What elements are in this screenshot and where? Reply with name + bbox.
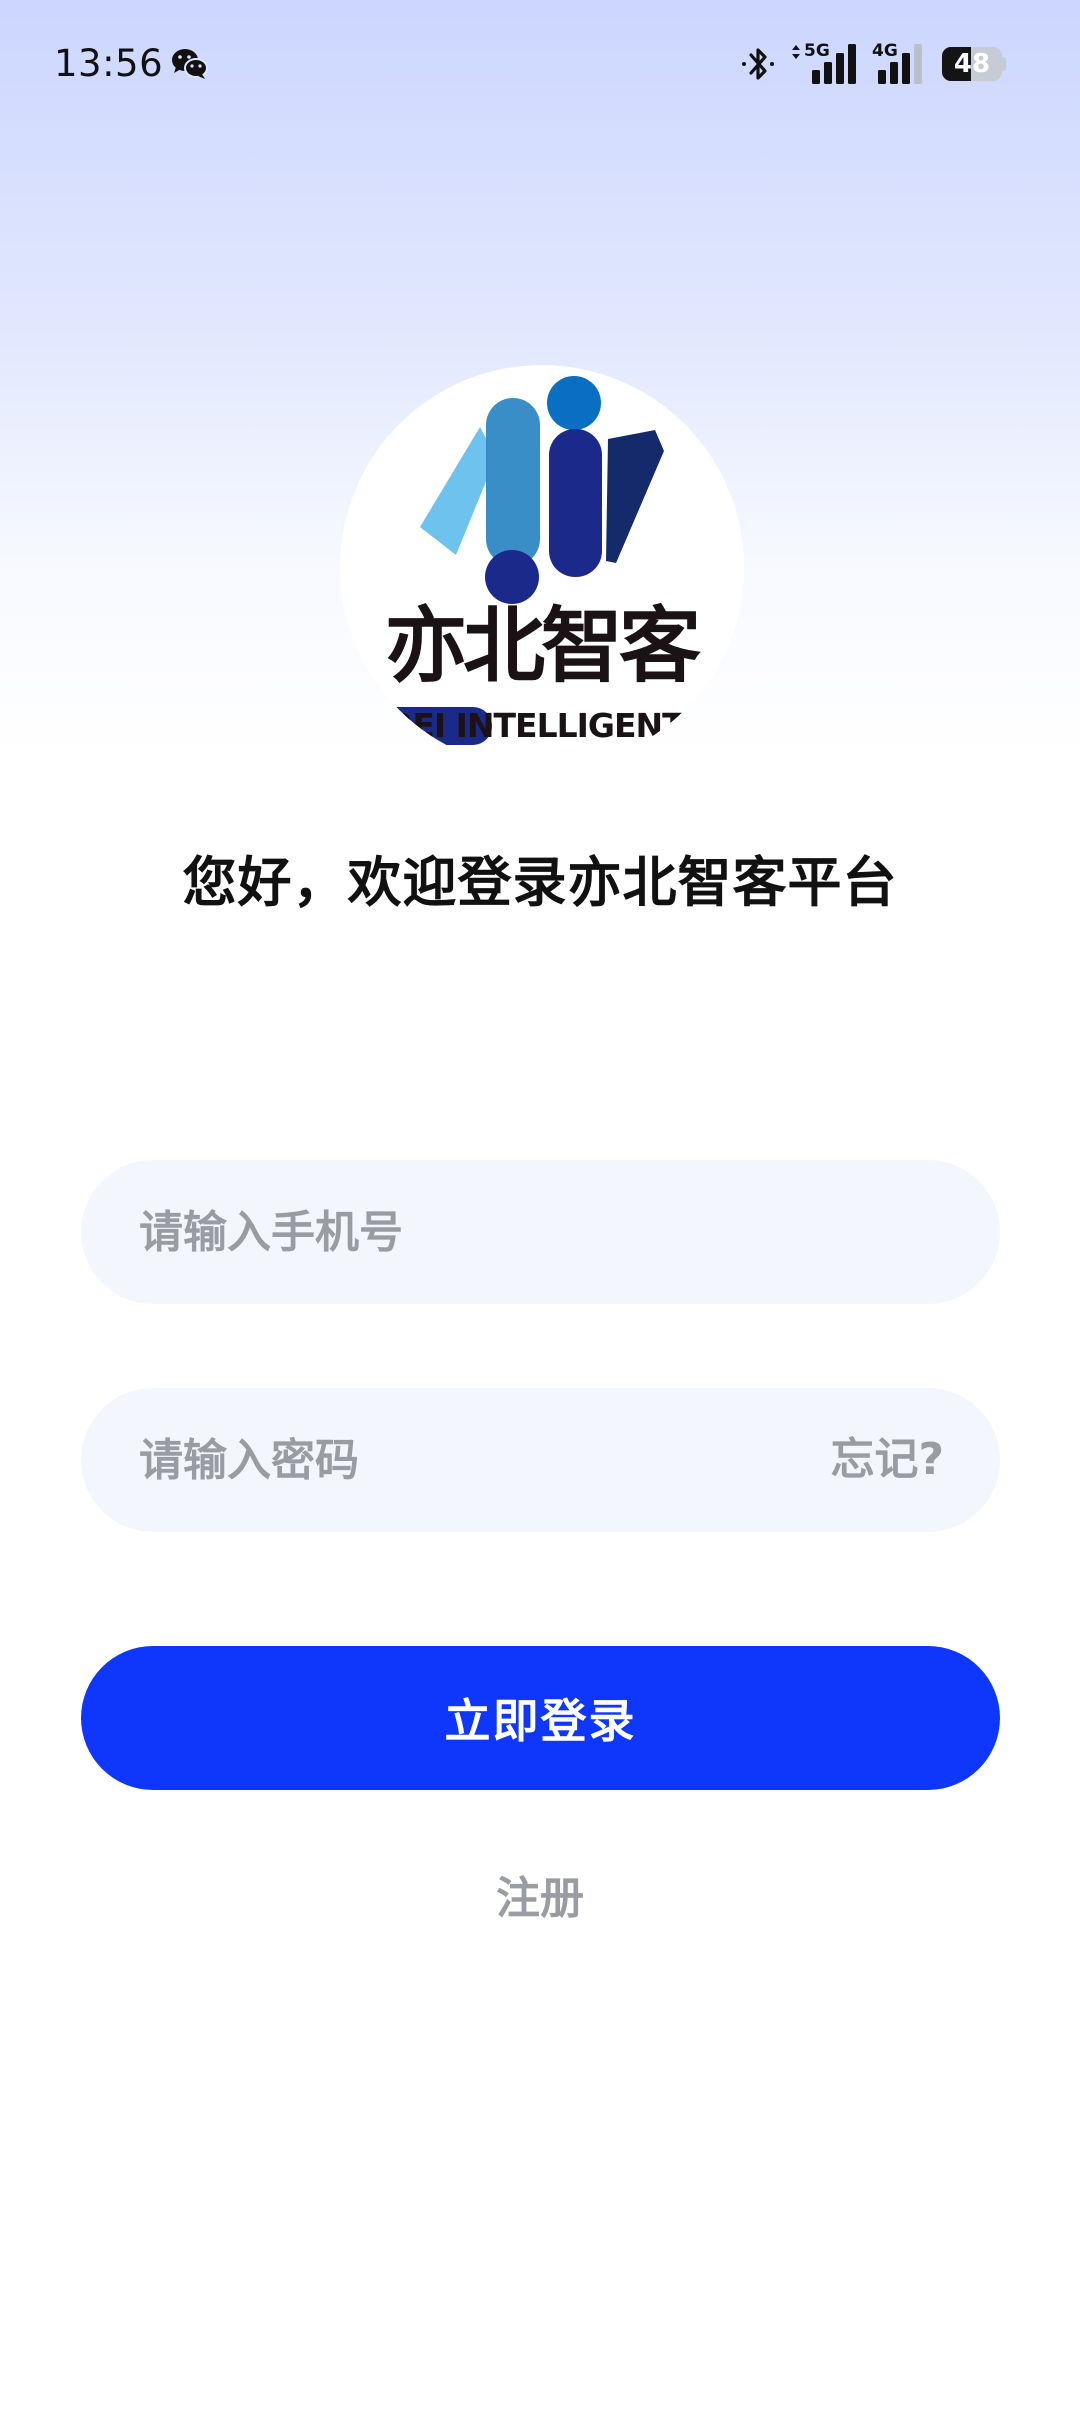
signal-5g-icon: 5G — [790, 40, 860, 84]
battery-level: 48 — [953, 49, 991, 79]
phone-input[interactable] — [139, 1160, 939, 1304]
forgot-password-link[interactable]: 忘记? — [830, 1388, 944, 1532]
bluetooth-icon — [742, 48, 774, 80]
password-field[interactable]: 忘记? — [81, 1388, 1000, 1532]
login-button[interactable]: 立即登录 — [81, 1646, 1000, 1790]
battery-icon: 48 — [942, 47, 1006, 81]
phone-field[interactable] — [81, 1160, 1000, 1304]
status-time: 13:56 — [54, 42, 164, 85]
page-title: 您好，欢迎登录亦北智客平台 — [182, 851, 898, 914]
register-link[interactable]: 注册 — [0, 1862, 1080, 1926]
wechat-icon — [172, 49, 208, 79]
logo-chinese-name: 亦北智客 — [384, 599, 701, 694]
password-input[interactable] — [139, 1388, 779, 1532]
logo-english-band: YIBEI INTELLIGENT — [354, 703, 744, 745]
status-bar: 13:56 5G 4G 48 — [0, 0, 1080, 130]
signal-4g-icon: 4G — [872, 40, 934, 84]
logo-english-name: YIBEI INTELLIGENT — [354, 706, 685, 745]
app-logo: 亦北智客 YIBEI INTELLIGENT — [340, 365, 744, 769]
